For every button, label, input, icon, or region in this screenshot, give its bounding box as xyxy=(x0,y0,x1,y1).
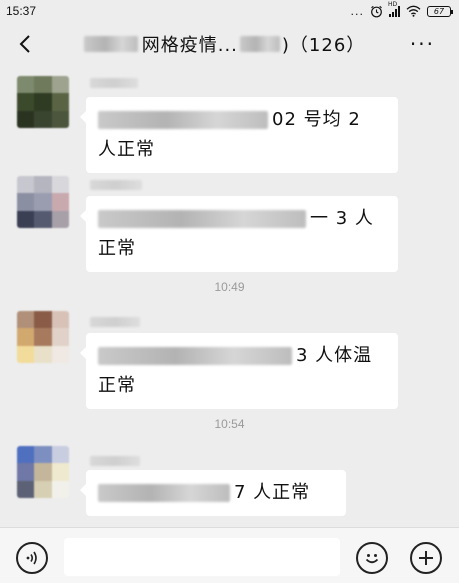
message-bubble[interactable]: 02 号均 2 人正常 xyxy=(80,97,398,173)
more-icon[interactable]: ··· xyxy=(410,34,435,54)
status-time: 15:37 xyxy=(6,4,37,18)
emoji-button[interactable] xyxy=(356,542,388,574)
message-bubble[interactable]: 一 3 人 正常 xyxy=(80,196,398,272)
back-arrow-icon[interactable] xyxy=(14,32,38,56)
status-bar: 15:37 ... HD 67 xyxy=(0,0,459,22)
sender-name-redacted xyxy=(90,317,140,327)
redacted-text xyxy=(98,484,230,502)
avatar[interactable] xyxy=(17,76,69,128)
message-input[interactable] xyxy=(64,538,340,576)
avatar[interactable] xyxy=(17,176,69,228)
avatar[interactable] xyxy=(17,446,69,498)
redacted-title-middle xyxy=(239,36,280,52)
redacted-text xyxy=(98,111,268,129)
input-bar xyxy=(0,527,459,583)
message-text-line2: 正常 xyxy=(98,375,136,396)
time-separator: 10:49 xyxy=(214,280,245,294)
redacted-title-prefix xyxy=(83,36,138,52)
signal-hd-label: HD xyxy=(388,1,398,8)
message-text: 02 号均 2 xyxy=(272,109,361,130)
emoji-icon xyxy=(365,554,379,564)
sender-name-redacted xyxy=(90,456,140,466)
redacted-text xyxy=(98,347,292,365)
message-text: 一 3 人 xyxy=(310,208,374,229)
wifi-icon xyxy=(406,5,421,17)
message-list: 02 号均 2 人正常 一 3 人 正常 10:49 3 人体温 正常 10:5… xyxy=(0,66,459,526)
message-text-line2: 人正常 xyxy=(98,139,155,160)
chat-title-text: 网格疫情... xyxy=(141,35,238,56)
message-text: 3 人体温 xyxy=(296,345,373,366)
chat-title: 网格疫情... )（126） xyxy=(50,28,399,60)
time-separator: 10:54 xyxy=(214,417,245,431)
battery-indicator: 67 xyxy=(427,5,453,17)
avatar[interactable] xyxy=(17,311,69,363)
alarm-icon xyxy=(371,5,382,17)
notification-dots: ... xyxy=(350,4,364,18)
title-bar: 网格疫情... )（126） ··· xyxy=(0,22,459,66)
redacted-text xyxy=(98,210,306,228)
sender-name-redacted xyxy=(90,180,142,190)
signal-icon: HD xyxy=(388,1,400,17)
message-text: 7 人正常 xyxy=(234,482,311,503)
sender-name-redacted xyxy=(90,78,138,88)
status-icons: ... HD 67 xyxy=(350,1,453,18)
message-bubble[interactable]: 3 人体温 正常 xyxy=(80,333,398,409)
plus-button[interactable] xyxy=(410,542,442,574)
voice-button[interactable] xyxy=(16,542,48,574)
message-bubble[interactable]: 7 人正常 xyxy=(80,470,346,516)
voice-icon xyxy=(26,551,37,565)
message-text-line2: 正常 xyxy=(98,238,136,259)
plus-icon xyxy=(419,551,433,565)
member-count: )（126） xyxy=(281,35,366,56)
